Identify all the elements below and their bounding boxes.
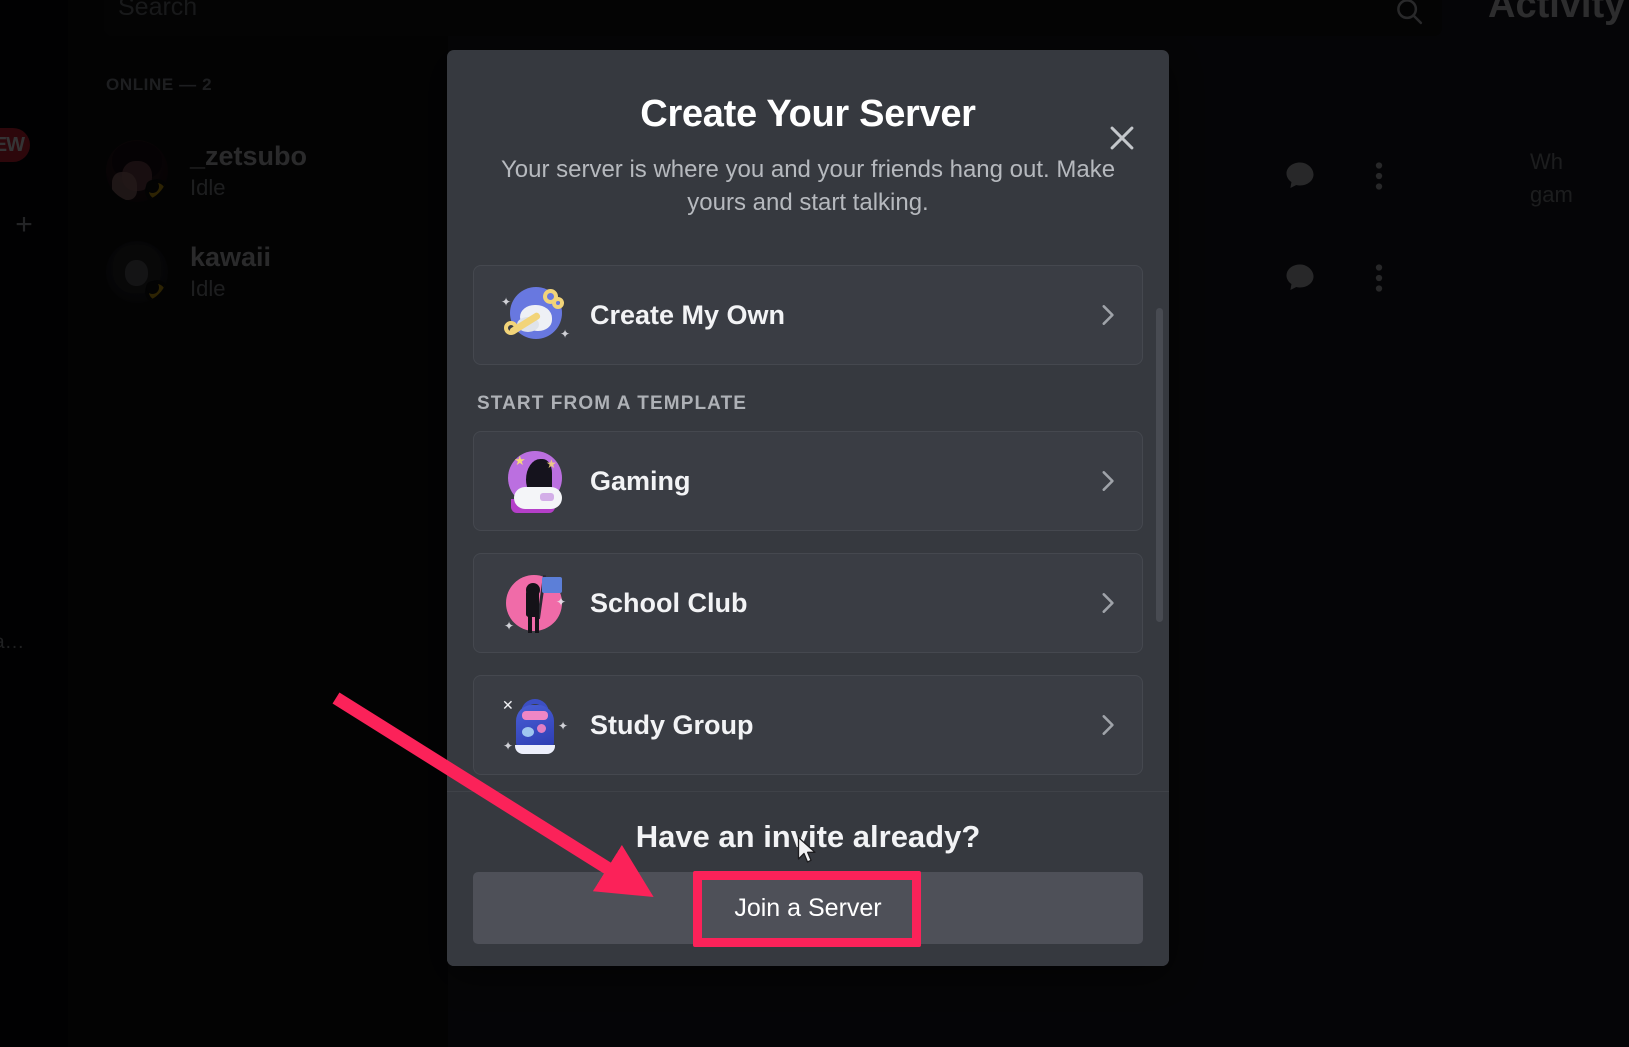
flag-person-icon: ✦ ✦ (500, 569, 568, 637)
modal-footer: Have an invite already? Join a Server (447, 791, 1169, 966)
template-label: Study Group (590, 709, 754, 740)
modal-scrollbar-thumb[interactable] (1156, 308, 1163, 622)
modal-subtitle: Your server is where you and your friend… (500, 156, 1116, 217)
join-a-server-button[interactable]: Join a Server (473, 872, 1143, 944)
template-study-group[interactable]: ✕ ✦ ✦ Study Group (473, 675, 1143, 775)
close-icon[interactable] (1100, 116, 1144, 160)
template-section-label: START FROM A TEMPLATE (477, 393, 748, 414)
backpack-icon: ✕ ✦ ✦ (502, 697, 569, 754)
template-label: School Club (590, 587, 748, 618)
template-label: Gaming (590, 465, 691, 496)
chevron-right-icon (1094, 468, 1120, 494)
chevron-right-icon (1094, 302, 1120, 328)
invite-heading: Have an invite already? (635, 819, 981, 854)
create-server-modal: Create Your Server Your server is where … (447, 50, 1169, 966)
chevron-right-icon (1094, 590, 1120, 616)
modal-title: Create Your Server (640, 93, 976, 135)
option-create-my-own[interactable]: ✦ ✦ Create My Own (473, 265, 1143, 365)
template-school-club[interactable]: ✦ ✦ School Club (473, 553, 1143, 653)
option-label: Create My Own (590, 299, 786, 330)
gamepad-icon: ★ ★ (500, 447, 568, 515)
globe-key-icon: ✦ ✦ (500, 281, 570, 349)
template-gaming[interactable]: ★ ★ Gaming (473, 431, 1143, 531)
modal-options-scroll-area[interactable]: ✦ ✦ Create My Own START FROM A TEMPLATE … (447, 265, 1169, 897)
chevron-right-icon (1094, 712, 1120, 738)
